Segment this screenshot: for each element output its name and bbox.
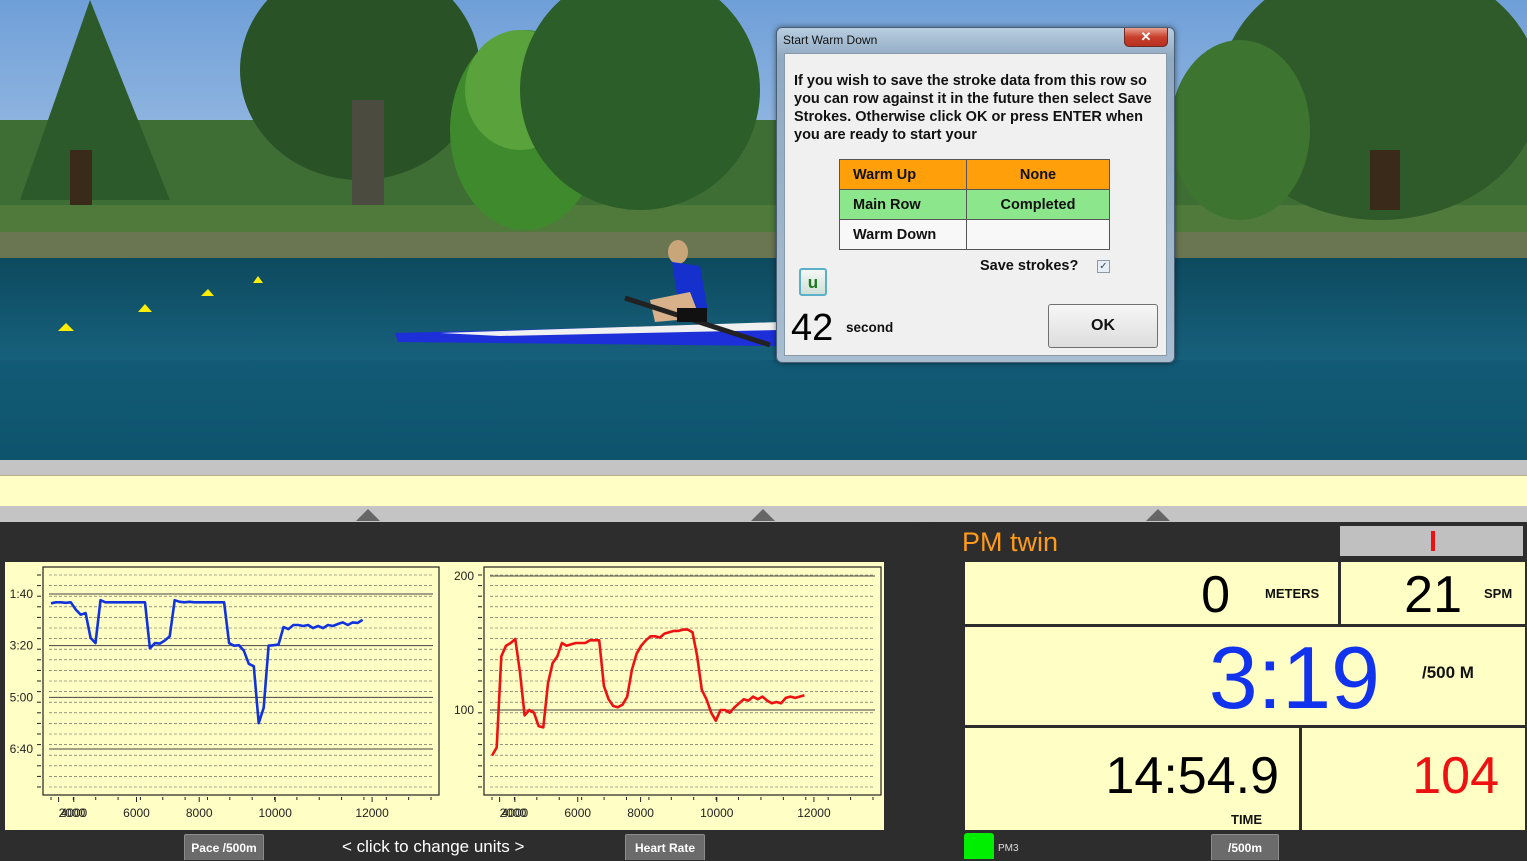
x-tick-label: 8000 bbox=[627, 806, 654, 820]
heart-rate-chart-svg: 10020020004000 6000 8000 10000 12000 bbox=[454, 566, 882, 820]
x-tick-label: 12000 bbox=[355, 806, 389, 820]
phase-status bbox=[966, 219, 1110, 250]
scene-divider bbox=[0, 460, 1527, 475]
y-tick-label: 5:00 bbox=[10, 690, 34, 704]
pace-units-button[interactable]: Pace /500m bbox=[184, 834, 264, 860]
rowing-scene bbox=[0, 0, 1527, 460]
phase-label: Warm Down bbox=[839, 219, 967, 250]
time-cell: 14:54.9 TIME bbox=[965, 728, 1299, 830]
shore bbox=[0, 232, 1527, 258]
expand-center-panel-arrow-icon[interactable] bbox=[751, 509, 775, 521]
x-tick-label: 4000 bbox=[502, 806, 529, 820]
x-tick-label: 6000 bbox=[123, 806, 150, 820]
tree-6 bbox=[1170, 40, 1310, 220]
meters-cell: 0 METERS bbox=[965, 562, 1338, 624]
table-row: Warm Down bbox=[839, 219, 1110, 250]
expand-left-panel-arrow-icon[interactable] bbox=[356, 509, 380, 521]
dialog-body: If you wish to save the stroke data from… bbox=[784, 53, 1167, 356]
phase-label: Main Row bbox=[839, 189, 967, 220]
countdown-value: 42 bbox=[791, 307, 834, 349]
phase-status: Completed bbox=[966, 189, 1110, 220]
stroke-indicator-mark bbox=[1431, 531, 1435, 551]
pace-chart: 1:40 3:20 5:00 6:40 2000 4000 6000 8000 10000 120… bbox=[5, 562, 442, 830]
heart-rate-value: 104 bbox=[1412, 747, 1499, 805]
x-tick-label: 4000 bbox=[60, 806, 87, 820]
y-tick-label: 3:20 bbox=[10, 639, 34, 653]
x-tick-label: 8000 bbox=[186, 806, 213, 820]
dialog-message: If you wish to save the stroke data from… bbox=[794, 73, 1152, 143]
start-warm-down-dialog: Start Warm Down ✕ If you wish to save th… bbox=[776, 27, 1175, 363]
y-tick-label: 1:40 bbox=[10, 587, 34, 601]
x-tick-label: 10000 bbox=[700, 806, 734, 820]
pm3-connection-indicator bbox=[964, 833, 994, 859]
table-row: Warm Up None bbox=[839, 159, 1110, 190]
grass-bank bbox=[0, 205, 1527, 233]
meters-unit: METERS bbox=[1265, 586, 1320, 601]
y-tick-label: 200 bbox=[454, 569, 474, 583]
ok-button[interactable]: OK bbox=[1048, 304, 1158, 348]
series-line bbox=[490, 628, 805, 757]
x-tick-label: 12000 bbox=[797, 806, 831, 820]
save-strokes-checkbox[interactable]: ✓ bbox=[1097, 260, 1110, 273]
time-unit: TIME bbox=[1231, 812, 1263, 827]
y-tick-label: 6:40 bbox=[10, 742, 34, 756]
phase-status-table: Warm Up None Main Row Completed Warm Dow… bbox=[839, 159, 1110, 250]
pace-cell: 3:19 /500 M bbox=[965, 627, 1525, 727]
monitor-title: PM twin bbox=[962, 527, 1059, 557]
change-units-link[interactable]: < click to change units > bbox=[342, 837, 524, 857]
y-tick-label: 100 bbox=[454, 703, 474, 717]
spm-value: 21 bbox=[1404, 566, 1462, 624]
pm3-label: PM3 bbox=[998, 843, 1019, 854]
scene-illustration bbox=[0, 0, 1527, 460]
save-strokes-label: Save strokes? bbox=[980, 258, 1079, 274]
u-button[interactable]: u bbox=[799, 268, 827, 296]
phase-status: None bbox=[966, 159, 1110, 190]
charts-panel: 1:40 3:20 5:00 6:40 2000 4000 6000 8000 10000 120… bbox=[0, 522, 922, 859]
phase-label: Warm Up bbox=[839, 159, 967, 190]
heart-rate-chart: 100 200 2000 4000 6000 8000 10000 12000 bbox=[442, 562, 884, 830]
spm-cell: 21 SPM bbox=[1341, 562, 1525, 624]
message-bar bbox=[0, 475, 1527, 507]
dialog-title: Start Warm Down bbox=[783, 33, 878, 47]
pace-chart-svg: 1:403:205:006:4020004000 6000 8000 10000 120… bbox=[10, 566, 440, 820]
meters-value: 0 bbox=[1201, 566, 1230, 624]
pace-unit: /500 M bbox=[1422, 663, 1474, 682]
monitor-units-button[interactable]: /500m bbox=[1211, 834, 1279, 860]
countdown-unit: second bbox=[846, 320, 894, 335]
heart-rate-cell: 104 bbox=[1302, 728, 1525, 830]
stroke-indicator bbox=[1340, 526, 1523, 556]
expand-right-panel-arrow-icon[interactable] bbox=[1146, 509, 1170, 521]
spm-unit: SPM bbox=[1484, 586, 1513, 601]
monitor-display: 0 METERS 21 SPM 3:19 /500 M 14:54.9 TIME… bbox=[963, 560, 1525, 830]
table-row: Main Row Completed bbox=[839, 189, 1110, 220]
time-value: 14:54.9 bbox=[1105, 747, 1280, 805]
pace-value: 3:19 bbox=[1208, 628, 1380, 727]
close-icon[interactable]: ✕ bbox=[1124, 28, 1168, 47]
x-tick-label: 10000 bbox=[259, 806, 293, 820]
x-tick-label: 6000 bbox=[564, 806, 591, 820]
series-line bbox=[50, 598, 364, 725]
heart-rate-units-button[interactable]: Heart Rate bbox=[625, 834, 705, 860]
